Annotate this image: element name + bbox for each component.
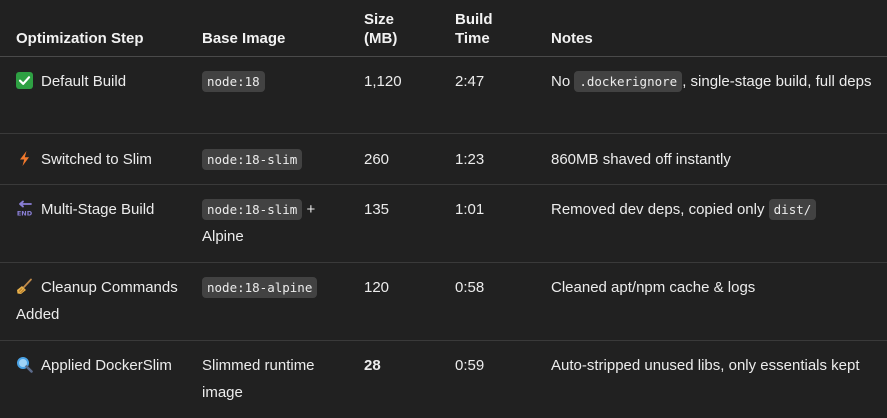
notes-text-after: , single-stage build, full deps bbox=[682, 73, 871, 90]
notes-code: dist/ bbox=[769, 199, 817, 220]
cell-build-time: 2:47 bbox=[455, 57, 551, 134]
cell-step: Switched to Slim bbox=[0, 134, 202, 185]
cell-notes: Removed dev deps, copied only dist/ bbox=[551, 185, 887, 263]
cell-notes: Auto-stripped unused libs, only essentia… bbox=[551, 341, 887, 418]
broom-icon bbox=[16, 278, 33, 295]
cell-size: 120 bbox=[364, 263, 455, 341]
header-size: Size (MB) bbox=[364, 0, 455, 57]
header-build-time-label: Build Time bbox=[455, 11, 493, 47]
cell-base-image: node:18 bbox=[202, 57, 364, 134]
step-label: Multi-Stage Build bbox=[41, 201, 154, 218]
header-row: Optimization Step Base Image Size (MB) B… bbox=[0, 0, 887, 57]
cell-step: Cleanup Commands Added bbox=[0, 263, 202, 341]
table-body: Default Build node:18 1,120 2:47 No .doc… bbox=[0, 57, 887, 418]
table-row: Cleanup Commands Added node:18-alpine 12… bbox=[0, 263, 887, 341]
base-image-code: node:18-slim bbox=[202, 149, 302, 170]
base-image-code: node:18 bbox=[202, 71, 265, 92]
svg-text:END: END bbox=[17, 210, 33, 218]
base-image-code: node:18-slim bbox=[202, 199, 302, 220]
header-size-label: Size (MB) bbox=[364, 11, 397, 47]
cell-base-image: node:18-slim + Alpine bbox=[202, 185, 364, 263]
header-base-image: Base Image bbox=[202, 0, 364, 57]
header-build-time: Build Time bbox=[455, 0, 551, 57]
cell-base-image: node:18-alpine bbox=[202, 263, 364, 341]
comparison-table-container: Optimization Step Base Image Size (MB) B… bbox=[0, 0, 887, 417]
header-notes: Notes bbox=[551, 0, 887, 57]
cell-notes: Cleaned apt/npm cache & logs bbox=[551, 263, 887, 341]
header-optimization-step: Optimization Step bbox=[0, 0, 202, 57]
optimization-table: Optimization Step Base Image Size (MB) B… bbox=[0, 0, 887, 418]
notes-code: .dockerignore bbox=[574, 71, 682, 92]
notes-text: Removed dev deps, copied only bbox=[551, 201, 769, 218]
lightning-icon bbox=[16, 150, 33, 167]
check-mark-icon bbox=[16, 72, 33, 89]
step-label: Switched to Slim bbox=[41, 151, 152, 168]
cell-build-time: 1:23 bbox=[455, 134, 551, 185]
end-arrow-icon: END bbox=[16, 200, 33, 217]
cell-step: Applied DockerSlim bbox=[0, 341, 202, 418]
step-label: Applied DockerSlim bbox=[41, 357, 172, 374]
table-row: END Multi-Stage Build node:18-slim + Alp… bbox=[0, 185, 887, 263]
cell-size: 135 bbox=[364, 185, 455, 263]
table-row: Switched to Slim node:18-slim 260 1:23 8… bbox=[0, 134, 887, 185]
step-label: Default Build bbox=[41, 73, 126, 90]
cell-step: Default Build bbox=[0, 57, 202, 134]
cell-notes: No .dockerignore, single-stage build, fu… bbox=[551, 57, 887, 134]
cell-build-time: 1:01 bbox=[455, 185, 551, 263]
cell-base-image: node:18-slim bbox=[202, 134, 364, 185]
table-row: Default Build node:18 1,120 2:47 No .doc… bbox=[0, 57, 887, 134]
cell-base-image: Slimmed runtime image bbox=[202, 341, 364, 418]
cell-notes: 860MB shaved off instantly bbox=[551, 134, 887, 185]
cell-build-time: 0:58 bbox=[455, 263, 551, 341]
table-header: Optimization Step Base Image Size (MB) B… bbox=[0, 0, 887, 57]
cell-size: 1,120 bbox=[364, 57, 455, 134]
magnifying-glass-icon bbox=[16, 356, 33, 373]
step-label: Cleanup Commands Added bbox=[16, 279, 178, 323]
cell-build-time: 0:59 bbox=[455, 341, 551, 418]
base-image-code: node:18-alpine bbox=[202, 277, 317, 298]
table-row: Applied DockerSlim Slimmed runtime image… bbox=[0, 341, 887, 418]
cell-size: 28 bbox=[364, 341, 455, 418]
notes-text: No bbox=[551, 73, 574, 90]
cell-size: 260 bbox=[364, 134, 455, 185]
cell-step: END Multi-Stage Build bbox=[0, 185, 202, 263]
